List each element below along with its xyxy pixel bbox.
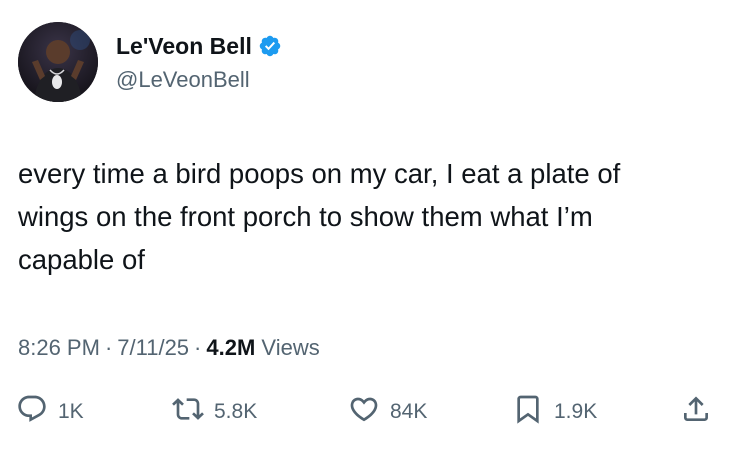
heart-icon — [348, 393, 380, 431]
share-button[interactable] — [680, 394, 712, 430]
tweet-text: every time a bird poops on my car, I eat… — [18, 158, 621, 275]
repost-button[interactable]: 5.8K — [172, 394, 257, 430]
tweet-meta: 8:26 PM · 7/11/25 · 4.2M Views — [18, 334, 320, 362]
display-name[interactable]: Le'Veon Bell — [116, 32, 252, 60]
views-label: Views — [261, 335, 320, 360]
bookmark-button[interactable]: 1.9K — [512, 394, 597, 430]
share-icon — [680, 393, 712, 431]
reply-icon — [16, 393, 48, 431]
avatar[interactable] — [18, 22, 98, 102]
meta-separator: · — [104, 335, 113, 360]
reply-button[interactable]: 1K — [16, 394, 84, 430]
repost-count: 5.8K — [214, 400, 258, 423]
verified-badge-icon — [258, 34, 282, 58]
handle[interactable]: @LeVeonBell — [116, 66, 250, 94]
reply-count: 1K — [58, 400, 84, 423]
meta-separator: · — [194, 335, 202, 360]
action-bar: 1K 5.8K 84K 1.9K — [0, 394, 740, 430]
like-button[interactable]: 84K — [348, 394, 427, 430]
tweet-card: Le'Veon Bell @LeVeonBell every time a bi… — [0, 0, 740, 456]
like-count: 84K — [390, 400, 428, 423]
views-count: 4.2M — [206, 335, 256, 360]
name-row: Le'Veon Bell — [116, 32, 282, 60]
tweet-date[interactable]: 7/11/25 — [117, 335, 189, 360]
repost-icon — [172, 393, 204, 431]
bookmark-icon — [512, 393, 544, 431]
tweet-time[interactable]: 8:26 PM — [18, 335, 100, 360]
bookmark-count: 1.9K — [554, 400, 598, 423]
